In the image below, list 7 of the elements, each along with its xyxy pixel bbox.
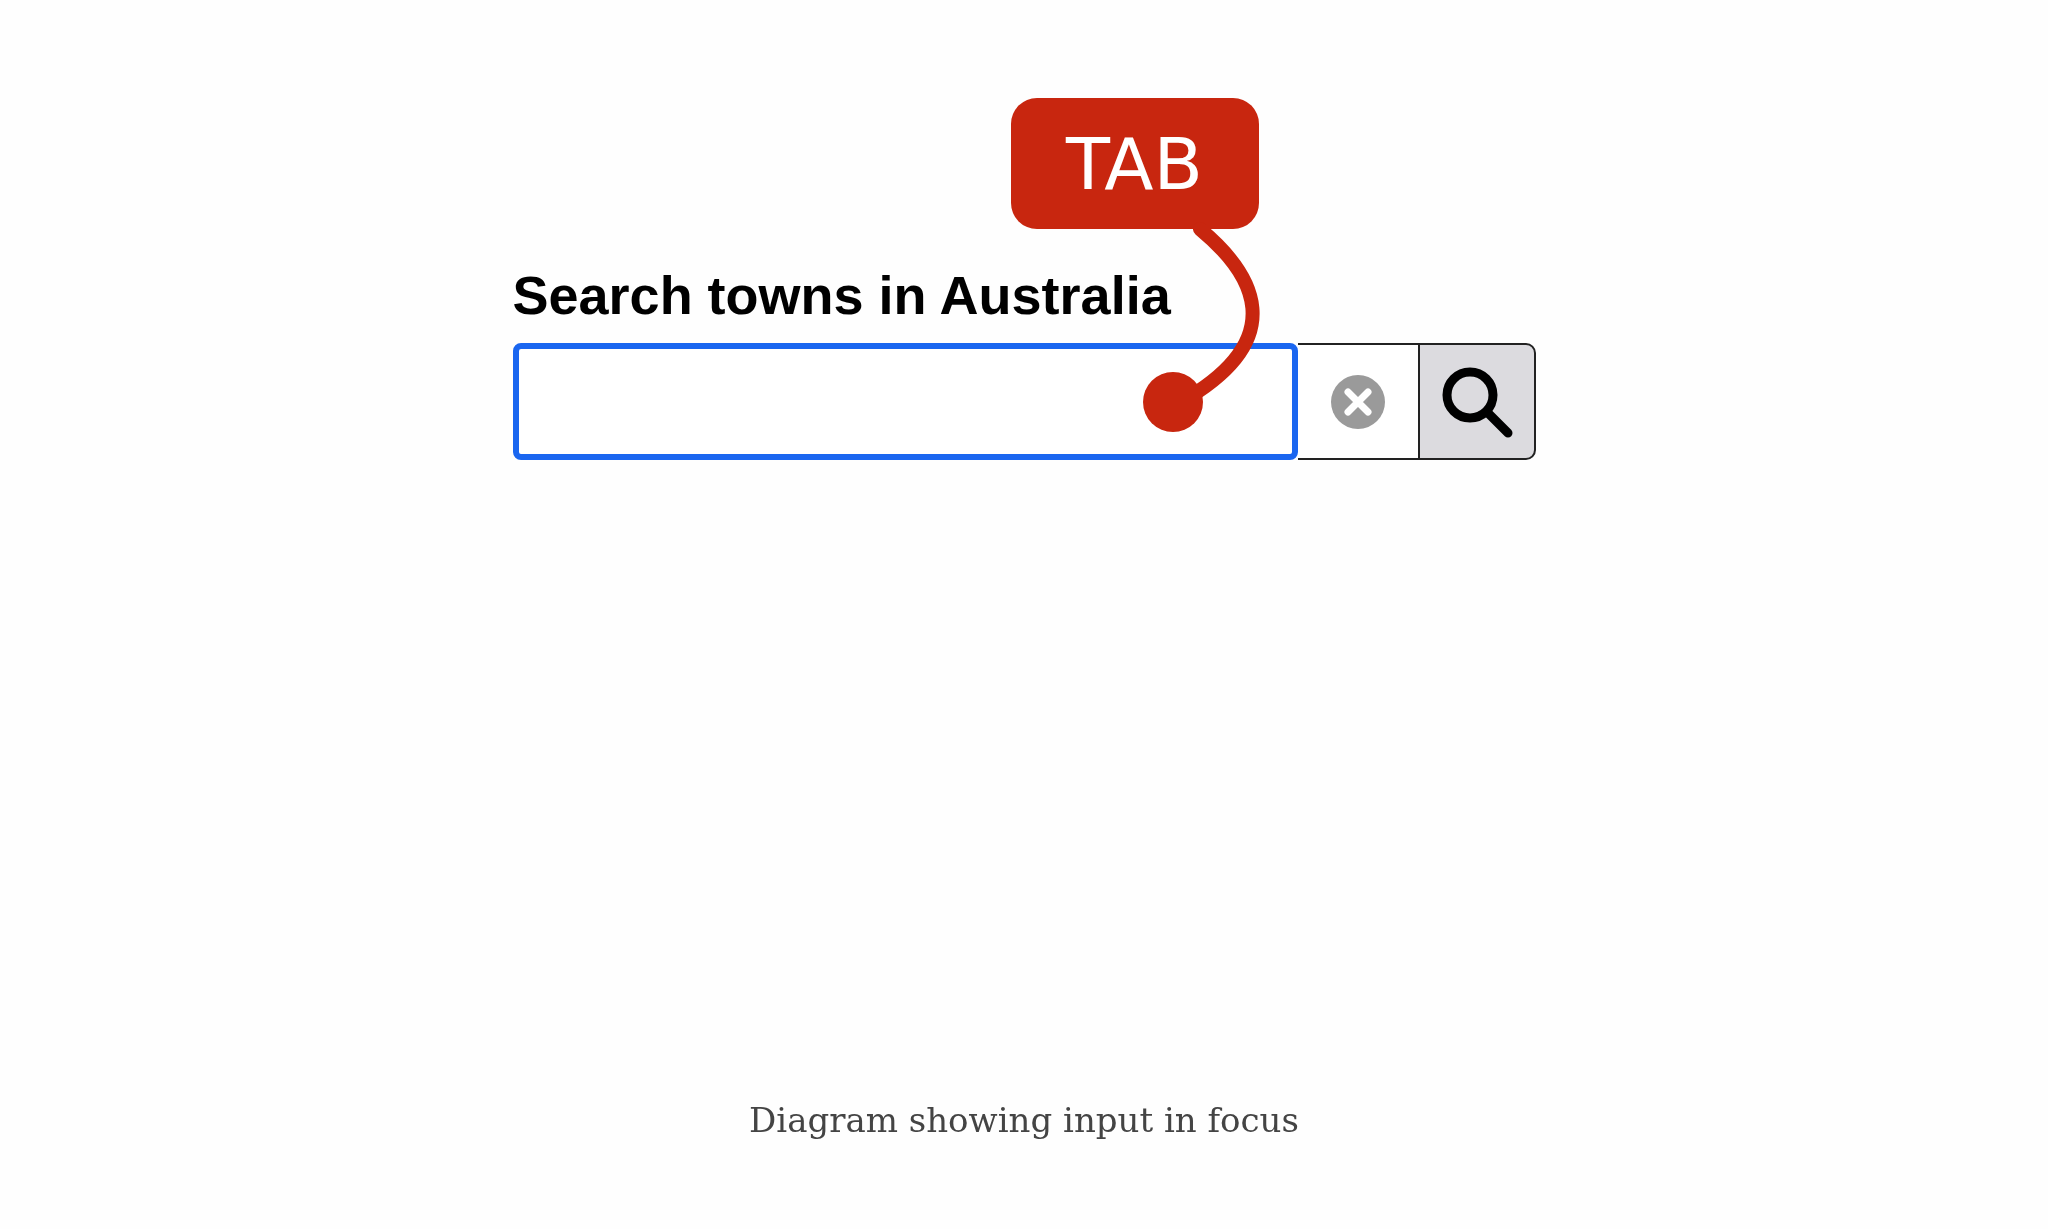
key-badge: TAB (1010, 98, 1259, 229)
search-field[interactable] (512, 343, 1298, 460)
search-button[interactable] (1417, 343, 1536, 460)
caption: Diagram showing input in focus (749, 1100, 1299, 1140)
clear-button[interactable] (1297, 343, 1418, 460)
field-label: Search towns in Australia (512, 265, 1172, 325)
clear-icon (1330, 374, 1385, 429)
